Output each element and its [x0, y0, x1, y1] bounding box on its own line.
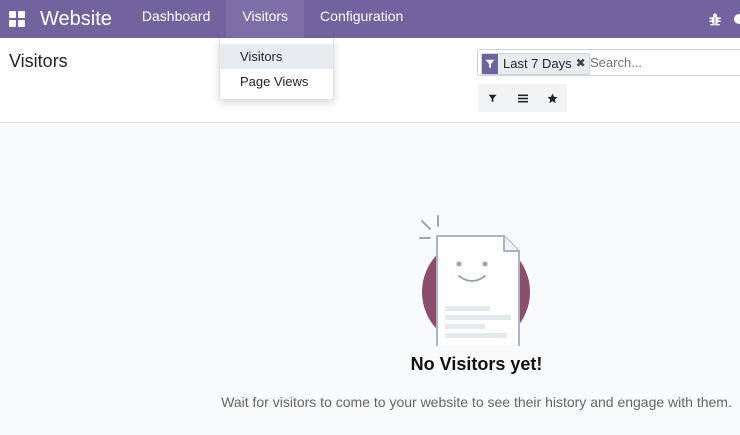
remove-facet-icon[interactable]: ✖ [576, 54, 589, 74]
search-input[interactable] [590, 53, 740, 72]
nav-menu-configuration[interactable]: Configuration [304, 0, 419, 38]
nav-menu-dashboard[interactable]: Dashboard [126, 0, 227, 38]
bars-icon [517, 94, 528, 102]
search-facet: Last 7 Days ✖ [481, 53, 590, 75]
star-icon [547, 92, 558, 103]
control-panel: Visitors Last 7 Days ✖ [0, 38, 740, 123]
favorites-toggle-button[interactable] [537, 84, 567, 112]
filter-icon [482, 54, 498, 74]
group-by-toggle-button[interactable] [508, 84, 538, 112]
dropdown-item-visitors[interactable]: Visitors [220, 44, 333, 69]
top-navbar: Website Dashboard Visitors Configuration [0, 0, 740, 38]
search-options-toolbar [478, 84, 567, 112]
apps-menu-icon[interactable] [9, 11, 25, 27]
chat-icon[interactable] [734, 14, 740, 24]
debug-bug-icon[interactable] [708, 12, 722, 26]
filter-icon [488, 94, 497, 102]
empty-state-title: No Visitors yet! [410, 354, 543, 374]
nav-menu-visitors[interactable]: Visitors [226, 0, 305, 38]
dropdown-item-page-views[interactable]: Page Views [220, 69, 333, 94]
empty-state-illustration [419, 215, 530, 346]
app-brand[interactable]: Website [40, 8, 112, 31]
visitors-dropdown-menu: Visitors Page Views [219, 38, 334, 100]
page-title: Visitors [9, 51, 68, 71]
search-facet-label: Last 7 Days [503, 56, 572, 71]
empty-state-text: Wait for visitors to come to your websit… [221, 394, 732, 410]
search-bar[interactable]: Last 7 Days ✖ [477, 49, 740, 76]
navbar-systray [708, 0, 740, 38]
filters-toggle-button[interactable] [478, 84, 508, 112]
